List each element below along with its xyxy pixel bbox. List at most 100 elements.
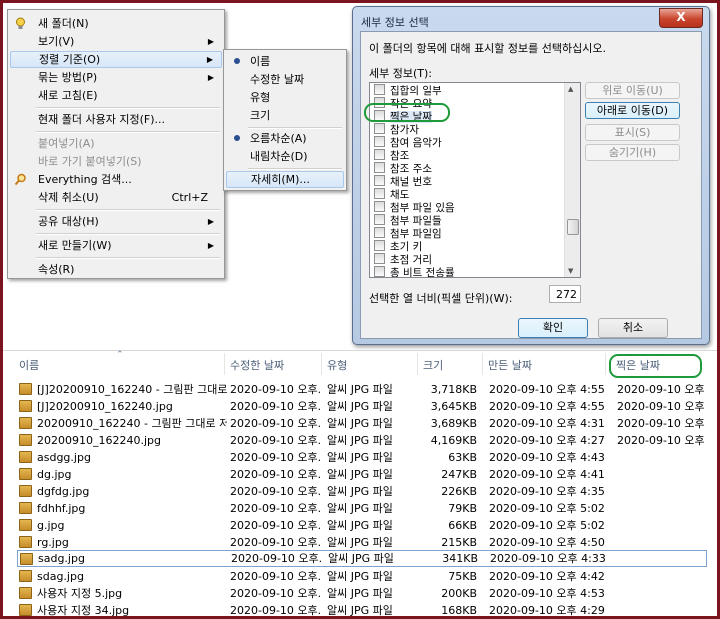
ok-button[interactable]: 확인 [518,318,588,338]
file-row[interactable]: g.jpg 2020-09-10 오후... 알씨 JPG 파일 66KB 20… [17,517,707,534]
file-type: 알씨 JPG 파일 [327,502,393,515]
file-row[interactable]: fdhhf.jpg 2020-09-10 오후... 알씨 JPG 파일 79K… [17,500,707,517]
column-divider [224,353,225,375]
file-row[interactable]: dg.jpg 2020-09-10 오후... 알씨 JPG 파일 247KB … [17,466,707,483]
menu-item-customize-folder[interactable]: 현재 폴더 사용자 지정(F)... [10,111,222,128]
menu-item-everything-search[interactable]: Everything 검색... [10,171,222,188]
highlight-ring [609,354,702,378]
checkbox[interactable] [374,149,385,160]
file-row[interactable]: asdgg.jpg 2020-09-10 오후... 알씨 JPG 파일 63K… [17,449,707,466]
menu-item-label: 속성(R) [38,263,75,276]
menu-item-share-with[interactable]: 공유 대상(H) ▶ [10,213,222,230]
column-header-modified[interactable]: 수정한 날짜 [230,357,284,373]
move-down-button[interactable]: 아래로 이동(D) [585,102,680,119]
checkbox[interactable] [374,214,385,225]
file-row[interactable]: [J]20200910_162240 - 그림판 그대로 ... 2020-09… [17,381,707,398]
hide-button[interactable]: 숨기기(H) [585,144,680,161]
column-divider [605,353,606,375]
column-header-name[interactable]: 이름 [19,357,39,373]
file-row[interactable]: 사용자 지정 5.jpg 2020-09-10 오후... 알씨 JPG 파일 … [17,585,707,602]
file-row[interactable]: sdag.jpg 2020-09-10 오후... 알씨 JPG 파일 75KB… [17,568,707,585]
details-list-item[interactable]: 첨부 파일임 [374,227,442,240]
scroll-down-icon[interactable]: ▼ [568,267,573,275]
menu-item-label: 새로 고침(E) [38,89,98,102]
file-row[interactable]: dgfdg.jpg 2020-09-10 오후... 알씨 JPG 파일 226… [17,483,707,500]
list-scrollbar[interactable]: ▲ ▼ [564,83,580,277]
checkbox[interactable] [374,162,385,173]
details-list-item[interactable]: 채널 번호 [374,175,432,188]
checkbox[interactable] [374,188,385,199]
file-modified: 2020-09-10 오후... [230,604,322,616]
menu-item-view[interactable]: 보기(V) ▶ [10,33,222,50]
file-created: 2020-09-10 오후 4:35 [489,485,605,498]
menu-item-undo-delete[interactable]: 삭제 취소(U) Ctrl+Z [10,189,222,206]
details-list-item[interactable]: 첨부 파일들 [374,214,442,227]
scroll-up-icon[interactable]: ▲ [568,85,573,93]
menu-item-new-folder[interactable]: 새 폴더(N) [10,15,222,32]
column-width-input[interactable]: 272 [549,285,581,303]
file-name: g.jpg [37,519,65,532]
checkbox[interactable] [374,227,385,238]
details-list-item[interactable]: 채도 [374,188,409,201]
file-row[interactable]: [J]20200910_162240.jpg 2020-09-10 오후... … [17,398,707,415]
file-row[interactable]: 20200910_162240.jpg 2020-09-10 오후... 알씨 … [17,432,707,449]
checkbox[interactable] [374,266,385,277]
file-size: 4,169KB [430,434,477,447]
details-list-item[interactable]: 참조 주소 [374,162,432,175]
submenu-arrow-icon: ▶ [206,55,213,64]
jpg-file-icon [19,468,32,480]
checkbox[interactable] [374,253,385,264]
details-list-item[interactable]: 집합의 일부 [374,84,442,97]
sort-option-ascending[interactable]: 오름차순(A) [226,130,344,147]
sort-option-size[interactable]: 크기 [226,107,344,124]
column-divider [321,353,322,375]
file-row[interactable]: rg.jpg 2020-09-10 오후... 알씨 JPG 파일 215KB … [17,534,707,551]
sort-option-date-modified[interactable]: 수정한 날짜 [226,71,344,88]
menu-item-label: 새로 만들기(W) [38,239,112,252]
move-up-button[interactable]: 위로 이동(U) [585,82,680,99]
details-list-item[interactable]: 참조 [374,149,409,162]
file-modified: 2020-09-10 오후... [230,400,322,413]
file-modified: 2020-09-10 오후... [230,485,322,498]
sort-option-type[interactable]: 유형 [226,89,344,106]
column-width-label: 선택한 열 너비(픽셀 단위)(W): [369,292,513,305]
menu-item-paste[interactable]: 붙여넣기(A) [10,135,222,152]
menu-item-properties[interactable]: 속성(R) [10,261,222,278]
file-name: sadg.jpg [38,552,85,565]
checkbox[interactable] [374,84,385,95]
file-date-taken: 2020-09-10 오후 [617,434,705,447]
file-row[interactable]: 20200910_162240 - 그림판 그대로 저... 2020-09-1… [17,415,707,432]
cancel-button[interactable]: 취소 [598,318,668,338]
file-row[interactable]: 사용자 지정 34.jpg 2020-09-10 오후... 알씨 JPG 파일… [17,602,707,616]
dialog-description: 이 폴더의 항목에 대해 표시할 정보를 선택하십시오. [369,42,606,55]
sort-option-name[interactable]: 이름 [226,53,344,70]
column-header-created[interactable]: 만든 날짜 [488,357,532,373]
menu-item-group-by[interactable]: 묶는 방법(P) ▶ [10,69,222,86]
menu-item-paste-shortcut[interactable]: 바로 가기 붙여넣기(S) [10,153,222,170]
column-header-type[interactable]: 유형 [327,357,347,373]
checkbox[interactable] [374,123,385,134]
checkbox[interactable] [374,240,385,251]
menu-item-new[interactable]: 새로 만들기(W) ▶ [10,237,222,254]
jpg-file-icon [19,383,32,395]
checkbox[interactable] [374,175,385,186]
sort-option-descending[interactable]: 내림차순(D) [226,148,344,165]
scrollbar-thumb[interactable] [567,219,579,235]
checkbox[interactable] [374,201,385,212]
details-list-item[interactable]: 첨부 파일 있음 [374,201,455,214]
column-header-size[interactable]: 크기 [423,357,443,373]
show-button[interactable]: 표시(S) [585,124,680,141]
sort-option-more[interactable]: 자세히(M)... [226,171,344,188]
close-button[interactable]: X [659,8,703,28]
file-type: 알씨 JPG 파일 [327,434,393,447]
menu-item-sort-by[interactable]: 정렬 기준(O) ▶ [10,51,222,68]
file-row-focused[interactable]: sadg.jpg 2020-09-10 오후... 알씨 JPG 파일 341K… [17,550,707,567]
checkbox[interactable] [374,136,385,147]
details-list-item[interactable]: 참여 음악가 [374,136,442,149]
file-name: [J]20200910_162240 - 그림판 그대로 ... [37,383,227,396]
details-list-item[interactable]: 참가자 [374,123,419,136]
details-list-item[interactable]: 초기 키 [374,240,422,253]
details-list-item[interactable]: 총 비트 전송률 [374,266,455,277]
menu-item-refresh[interactable]: 새로 고침(E) [10,87,222,104]
details-list-item[interactable]: 초점 거리 [374,253,432,266]
